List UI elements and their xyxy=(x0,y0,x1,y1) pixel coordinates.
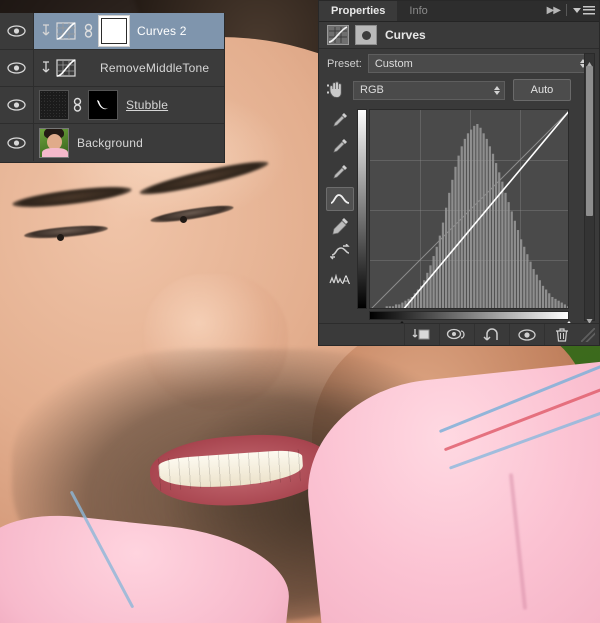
layer-thumbnail[interactable] xyxy=(39,127,69,158)
layer-visibility-toggle[interactable] xyxy=(0,50,34,86)
curves-graph-area: A xyxy=(319,107,599,337)
link-icon[interactable] xyxy=(83,23,96,39)
white-point-eyedropper-icon[interactable] xyxy=(327,161,353,183)
adjustment-header: Curves xyxy=(319,22,599,49)
layer-name[interactable]: RemoveMiddleTone xyxy=(100,61,209,75)
layer-content: RemoveMiddleTone xyxy=(34,50,224,86)
layer-name[interactable]: Background xyxy=(77,136,143,150)
properties-scrollbar[interactable] xyxy=(584,53,595,324)
scroll-up-arrow-icon[interactable] xyxy=(586,55,593,67)
layer-thumbnail[interactable] xyxy=(39,90,69,120)
tab-properties[interactable]: Properties xyxy=(319,1,398,21)
panel-resize-grip[interactable] xyxy=(581,327,595,342)
channel-select[interactable]: RGB xyxy=(353,80,505,100)
channel-row: RGB Auto xyxy=(319,73,599,101)
panel-title: Curves xyxy=(385,28,426,42)
toggle-layer-visibility-icon[interactable] xyxy=(509,324,544,345)
curves-adjustment-icon xyxy=(55,58,77,78)
curve-plot[interactable] xyxy=(369,109,569,309)
layers-panel[interactable]: Curves 2 RemoveMiddleTone Stubble Backgr… xyxy=(0,13,225,163)
layer-row-background[interactable]: Background xyxy=(0,124,224,161)
preset-select[interactable]: Custom xyxy=(367,54,591,73)
curve-control-point-black[interactable] xyxy=(400,307,406,308)
curves-adjustment-icon xyxy=(55,21,77,41)
panel-controls: ▶▶ xyxy=(547,4,595,16)
mask-shape-icon xyxy=(97,100,109,110)
curves-icon xyxy=(327,25,349,45)
divider xyxy=(566,4,567,16)
layer-name[interactable]: Stubble xyxy=(126,98,168,112)
preset-value: Custom xyxy=(374,57,413,70)
on-image-adjust-icon[interactable] xyxy=(327,81,349,99)
layer-row-curves-2[interactable]: Curves 2 xyxy=(0,13,224,50)
scroll-down-arrow-icon[interactable] xyxy=(586,312,593,324)
clipping-mask-icon xyxy=(39,24,52,38)
layer-name[interactable]: Curves 2 xyxy=(137,24,187,38)
clipping-mask-icon xyxy=(39,61,52,75)
preset-label: Preset: xyxy=(327,57,362,70)
clip-to-layer-icon[interactable] xyxy=(404,324,439,345)
eye-icon xyxy=(7,62,26,74)
layer-row-stubble[interactable]: Stubble xyxy=(0,87,224,124)
delete-layer-icon[interactable] xyxy=(544,324,579,345)
auto-button[interactable]: Auto xyxy=(513,79,571,101)
eye-icon xyxy=(7,136,26,149)
tab-info[interactable]: Info xyxy=(397,1,439,21)
curves-tools: A xyxy=(325,109,355,289)
layer-visibility-toggle[interactable] xyxy=(0,87,34,123)
chevron-updown-icon xyxy=(494,85,500,95)
smooth-curve-icon[interactable] xyxy=(327,241,353,263)
preview-previous-state-icon[interactable] xyxy=(439,324,474,345)
scrollbar-thumb[interactable] xyxy=(586,66,593,216)
reset-icon[interactable] xyxy=(474,324,509,345)
eye-icon xyxy=(7,99,26,111)
photoshop-screenshot: Curves 2 RemoveMiddleTone Stubble Backgr… xyxy=(0,0,600,623)
layer-mask-icon[interactable] xyxy=(355,25,377,45)
layer-row-removemiddletone[interactable]: RemoveMiddleTone xyxy=(0,50,224,87)
pupil-right xyxy=(180,215,187,223)
link-icon[interactable] xyxy=(72,97,85,113)
curve-display-options-icon[interactable]: A xyxy=(327,267,353,289)
properties-panel[interactable]: Properties Info ▶▶ Curves Preset: Custom… xyxy=(318,0,600,346)
eye-icon xyxy=(7,25,26,37)
layer-mask-thumbnail[interactable] xyxy=(88,90,118,120)
panel-menu-icon[interactable] xyxy=(573,5,595,15)
thumbnail-shirt xyxy=(42,147,68,157)
curve-control-point-white[interactable] xyxy=(567,110,568,113)
pencil-draw-curve-icon[interactable] xyxy=(327,215,353,237)
input-gradient-bar xyxy=(369,311,569,320)
curve-point-tool-icon[interactable] xyxy=(326,187,354,211)
layer-visibility-toggle[interactable] xyxy=(0,124,34,161)
collapse-panel-icon[interactable]: ▶▶ xyxy=(547,5,561,16)
panel-tab-bar: Properties Info ▶▶ xyxy=(319,1,599,22)
channel-value: RGB xyxy=(360,84,384,96)
layer-mask-thumbnail[interactable] xyxy=(98,15,130,47)
output-gradient-bar xyxy=(357,109,367,309)
properties-footer xyxy=(319,323,599,345)
preset-row: Preset: Custom xyxy=(319,49,599,73)
svg-text:A: A xyxy=(342,273,350,286)
layer-content: Background xyxy=(34,124,224,161)
layer-content: Curves 2 xyxy=(34,13,224,49)
black-point-eyedropper-icon[interactable] xyxy=(327,109,353,131)
curve-lines xyxy=(371,111,568,308)
gray-point-eyedropper-icon[interactable] xyxy=(327,135,353,157)
layer-visibility-toggle[interactable] xyxy=(0,13,34,49)
layer-content: Stubble xyxy=(34,87,224,123)
